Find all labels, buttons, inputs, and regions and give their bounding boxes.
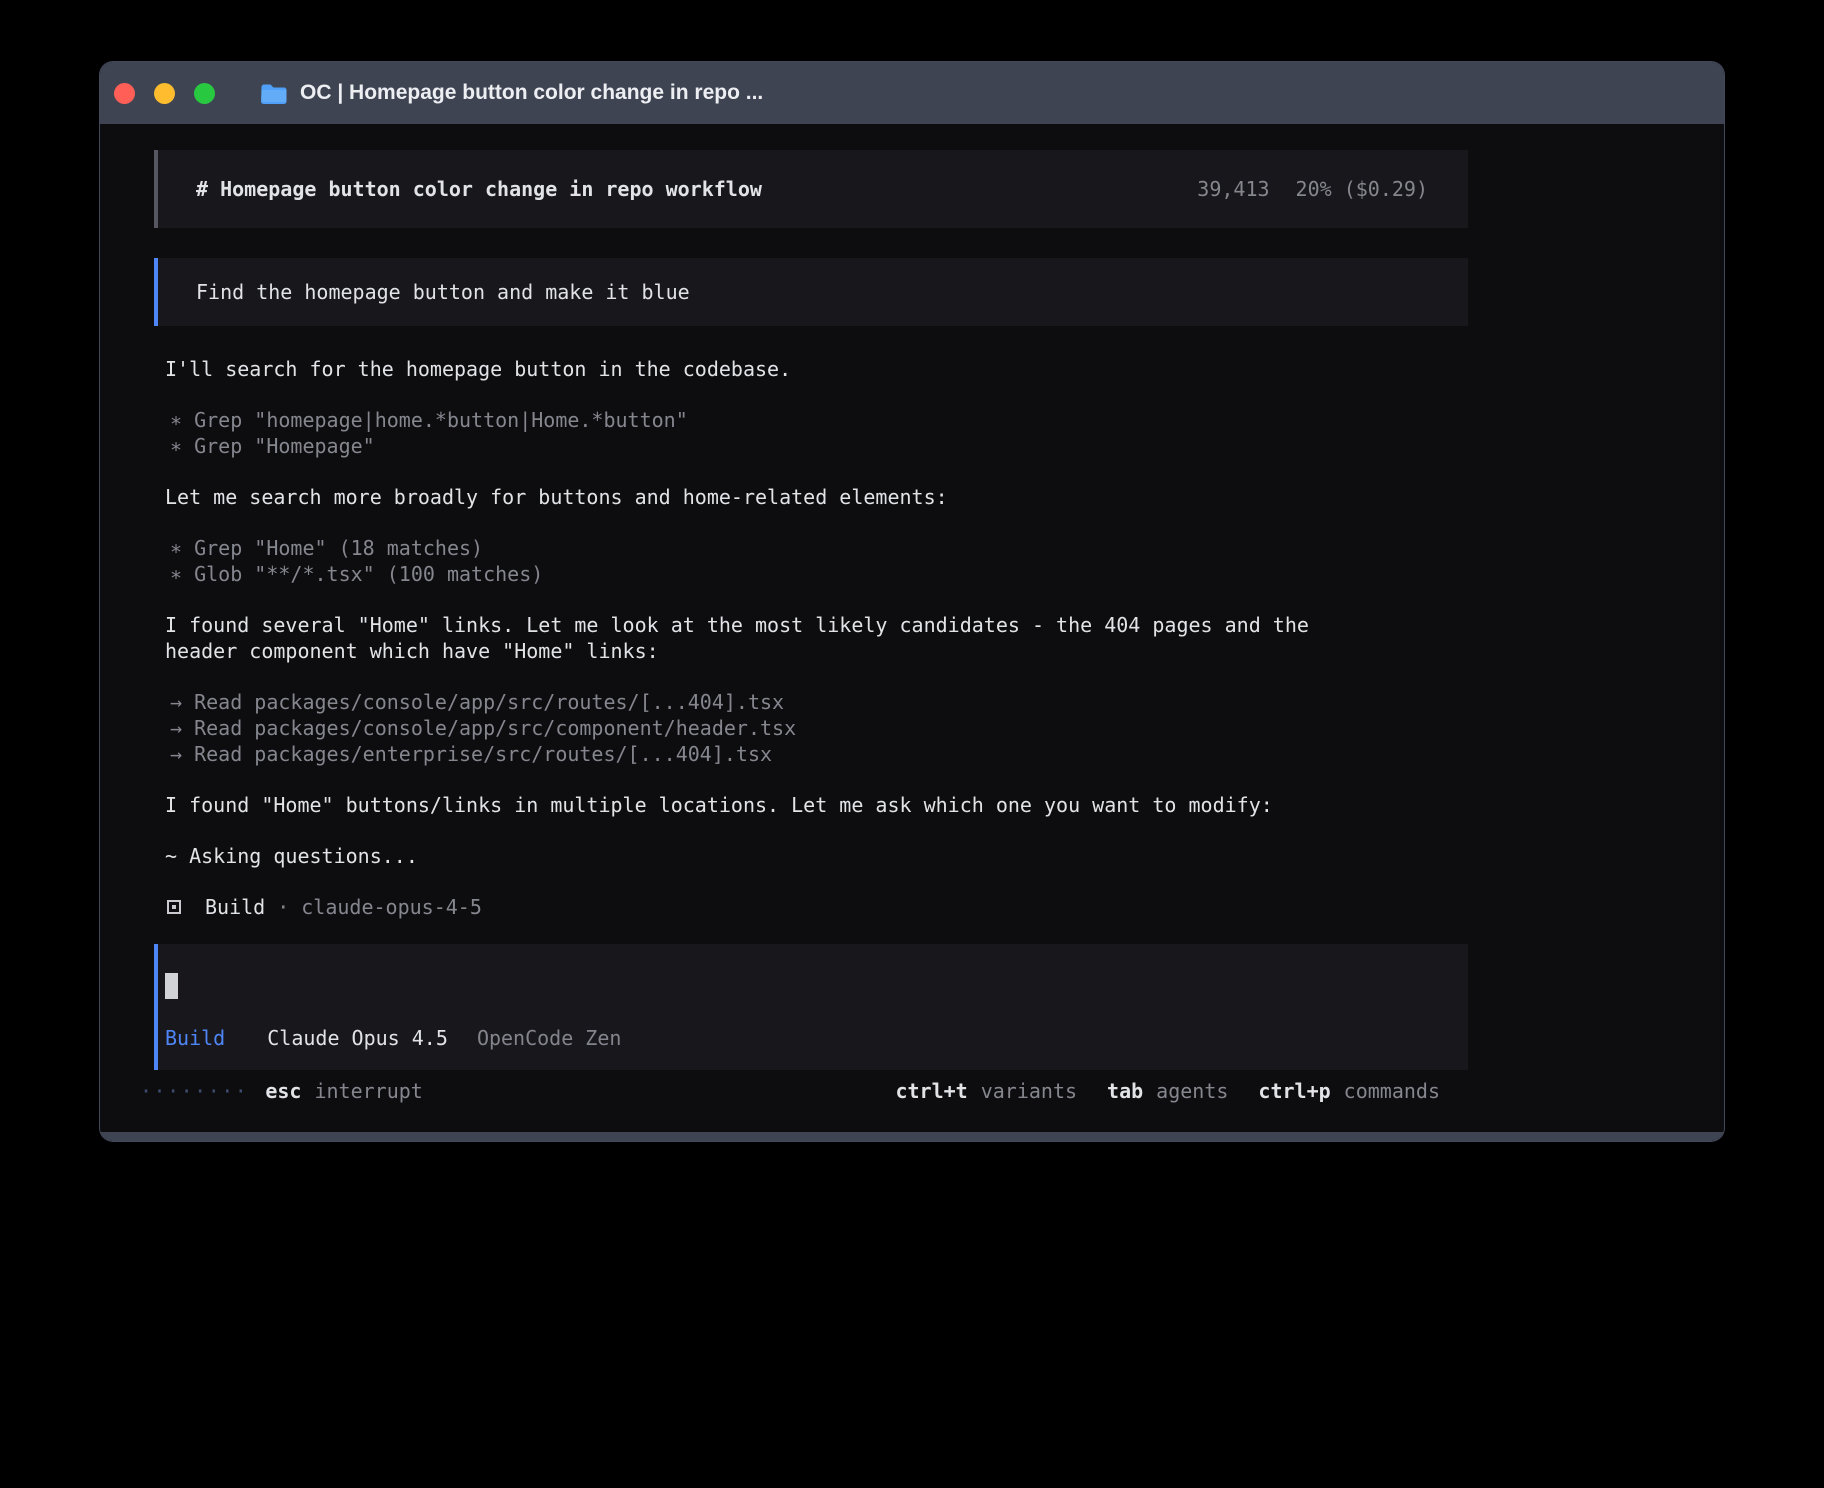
window-title: OC | Homepage button color change in rep… xyxy=(300,81,763,105)
agent-name: Build xyxy=(205,894,265,920)
tool-call-line: → Read packages/console/app/src/componen… xyxy=(170,715,1468,741)
terminal-window: OC | Homepage button color change in rep… xyxy=(100,62,1724,1141)
tool-call-group: ∗ Grep "Home" (18 matches)∗ Glob "**/*.t… xyxy=(165,535,1468,587)
input-model-name: Claude Opus 4.5 xyxy=(267,1026,448,1050)
text-cursor xyxy=(165,973,178,999)
titlebar[interactable]: OC | Homepage button color change in rep… xyxy=(100,62,1724,124)
ctrl-p-key-hint: ctrl+p xyxy=(1258,1078,1330,1104)
hint-commands: ctrl+p commands xyxy=(1258,1078,1440,1104)
assistant-text: ~ Asking questions... xyxy=(165,843,1468,869)
status-left: ········ esc interrupt xyxy=(140,1078,423,1104)
session-title: # Homepage button color change in repo w… xyxy=(196,176,762,202)
tool-call-group: → Read packages/console/app/src/routes/[… xyxy=(165,689,1468,767)
context-usage: 20% ($0.29) xyxy=(1296,177,1428,201)
prompt-input[interactable]: Build Claude Opus 4.5 OpenCode Zen xyxy=(154,944,1468,1070)
window-bottom-chrome xyxy=(100,1132,1724,1141)
input-mode-badge[interactable]: Build xyxy=(165,1026,225,1050)
spinner-dots: ········ xyxy=(140,1078,248,1104)
ctrl-p-key-label: commands xyxy=(1344,1078,1440,1104)
hint-agents: tab agents xyxy=(1107,1078,1228,1104)
folder-icon xyxy=(260,83,287,104)
conversation: I'll search for the homepage button in t… xyxy=(165,356,1468,869)
tool-call-line: ∗ Grep "homepage|home.*button|Home.*butt… xyxy=(170,407,1468,433)
agent-separator: · xyxy=(277,894,289,920)
esc-key-label: interrupt xyxy=(314,1078,422,1104)
assistant-text: Let me search more broadly for buttons a… xyxy=(165,484,1468,510)
ctrl-t-key-hint: ctrl+t xyxy=(895,1078,967,1104)
session-stats: 39,413 20% ($0.29) xyxy=(1197,176,1428,202)
tab-key-label: agents xyxy=(1156,1078,1228,1104)
zoom-button[interactable] xyxy=(194,83,215,104)
assistant-text: I found several "Home" links. Let me loo… xyxy=(165,612,1468,664)
user-message: Find the homepage button and make it blu… xyxy=(154,258,1468,326)
assistant-text: I found "Home" buttons/links in multiple… xyxy=(165,792,1468,818)
esc-key-hint: esc xyxy=(265,1078,301,1104)
agent-build-icon xyxy=(167,900,181,914)
agent-model: claude-opus-4-5 xyxy=(301,894,482,920)
session-header: # Homepage button color change in repo w… xyxy=(154,150,1468,228)
tool-call-line: ∗ Glob "**/*.tsx" (100 matches) xyxy=(170,561,1468,587)
tool-call-line: → Read packages/console/app/src/routes/[… xyxy=(170,689,1468,715)
minimize-button[interactable] xyxy=(154,83,175,104)
input-footer: Build Claude Opus 4.5 OpenCode Zen xyxy=(165,1025,1428,1051)
tool-call-line: ∗ Grep "Home" (18 matches) xyxy=(170,535,1468,561)
tool-call-line: ∗ Grep "Homepage" xyxy=(170,433,1468,459)
status-bar: ········ esc interrupt ctrl+t variants t… xyxy=(140,1078,1440,1104)
hint-variants: ctrl+t variants xyxy=(895,1078,1077,1104)
tool-call-line: → Read packages/enterprise/src/routes/[.… xyxy=(170,741,1468,767)
user-message-text: Find the homepage button and make it blu… xyxy=(196,280,690,304)
agent-status: Build · claude-opus-4-5 xyxy=(167,894,1724,920)
status-right: ctrl+t variants tab agents ctrl+p comman… xyxy=(895,1078,1440,1104)
input-provider-name: OpenCode Zen xyxy=(477,1026,622,1050)
tool-call-group: ∗ Grep "homepage|home.*button|Home.*butt… xyxy=(165,407,1468,459)
ctrl-t-key-label: variants xyxy=(981,1078,1077,1104)
close-button[interactable] xyxy=(114,83,135,104)
tab-key-hint: tab xyxy=(1107,1078,1143,1104)
terminal-content: # Homepage button color change in repo w… xyxy=(100,124,1724,1104)
token-count: 39,413 xyxy=(1197,177,1269,201)
assistant-text: I'll search for the homepage button in t… xyxy=(165,356,1468,382)
